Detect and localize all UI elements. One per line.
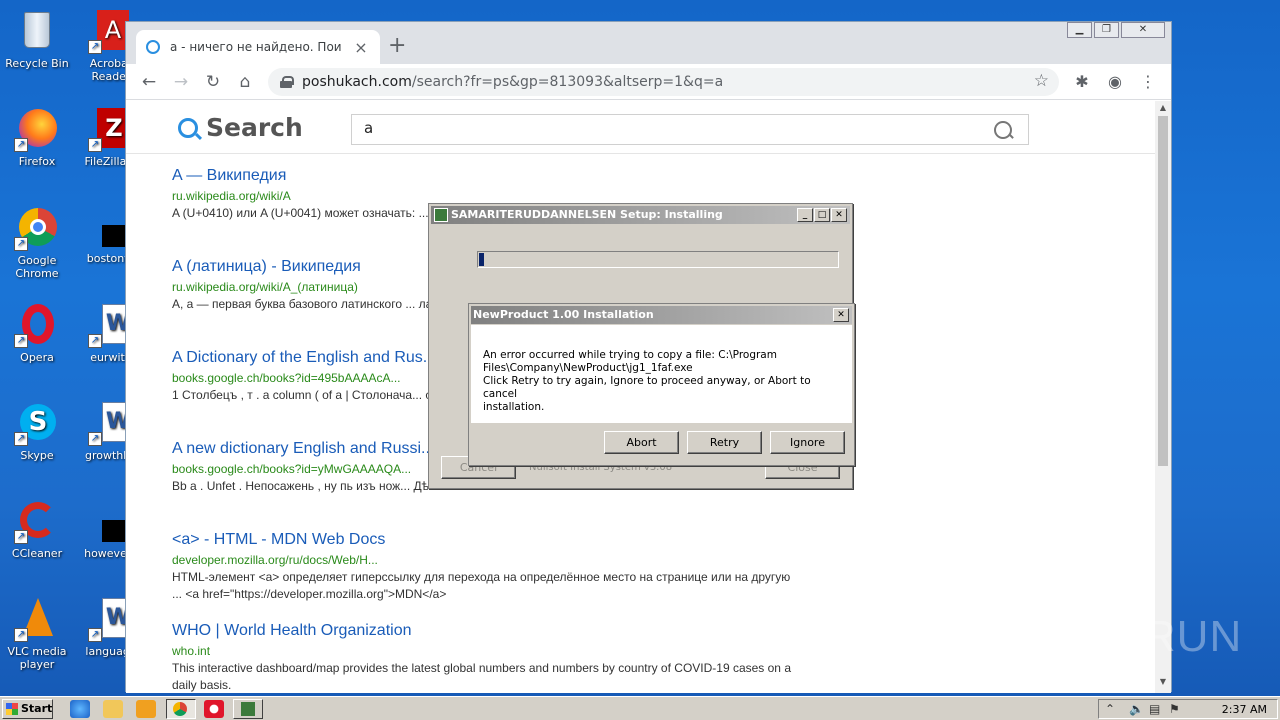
bookmark-star-icon[interactable]: ☆ xyxy=(1034,71,1049,91)
scroll-up-icon[interactable]: ▲ xyxy=(1155,103,1171,117)
error-dialog-controls: ✕ xyxy=(833,308,849,322)
browser-toolbar: ← → ↻ ⌂ poshukach.com/search?fr=ps&gp=81… xyxy=(126,64,1171,100)
desktop-icon-firefox[interactable]: ↗ Firefox xyxy=(0,106,74,168)
search-input[interactable]: a xyxy=(351,114,1029,145)
error-message: An error occurred while trying to copy a… xyxy=(483,349,811,413)
system-tray: ⌃ 🔈 ▤ ⚑ 2:37 AM xyxy=(1098,699,1278,719)
start-button[interactable]: Start xyxy=(2,699,53,719)
taskbar: Start ⌃ 🔈 ▤ ⚑ 2:37 AM xyxy=(0,696,1280,720)
maximize-icon[interactable]: ❐ xyxy=(1094,22,1119,38)
close-window-icon[interactable]: ✕ xyxy=(1121,22,1165,38)
menu-icon[interactable]: ⋮ xyxy=(1136,70,1160,94)
progress-fill xyxy=(478,252,486,267)
opera-icon[interactable] xyxy=(204,700,224,718)
profile-icon[interactable]: ◉ xyxy=(1103,70,1127,94)
scrollbar-thumb[interactable] xyxy=(1158,116,1168,466)
reload-icon[interactable]: ↻ xyxy=(200,70,226,94)
desktop-icon-chrome[interactable]: ↗ Google Chrome xyxy=(0,205,74,280)
result-snippet: This interactive dashboard/map provides … xyxy=(172,661,791,692)
chevron-up-icon[interactable]: ⌃ xyxy=(1105,702,1115,716)
retry-button[interactable]: Retry xyxy=(687,431,762,454)
minimize-icon[interactable]: ▁ xyxy=(1067,22,1092,38)
error-dialog: NewProduct 1.00 Installation ✕ An error … xyxy=(468,303,855,466)
result-url: developer.mozilla.org/ru/docs/Web/H... xyxy=(172,553,378,567)
installer-title: SAMARITERUDDANNELSEN Setup: Installing xyxy=(451,208,723,221)
installer-titlebar[interactable]: SAMARITERUDDANNELSEN Setup: Installing _… xyxy=(431,206,850,224)
installer-window-controls: _ □ ✕ xyxy=(797,208,847,222)
error-dialog-title: NewProduct 1.00 Installation xyxy=(473,308,654,321)
maximize-icon[interactable]: □ xyxy=(814,208,830,222)
tab-title: а - ничего не найдено. Поиск xyxy=(170,40,342,54)
result-title[interactable]: <a> - HTML - MDN Web Docs xyxy=(172,529,812,551)
chrome-task[interactable] xyxy=(166,699,196,719)
extensions-icon[interactable]: ✱ xyxy=(1070,70,1094,94)
watermark: ANY RUN xyxy=(1038,612,1243,661)
desktop-icon-recycle-bin[interactable]: Recycle Bin xyxy=(0,8,74,70)
skype-icon: S ↗ xyxy=(14,400,60,446)
clock[interactable]: 2:37 AM xyxy=(1222,703,1267,716)
tab-strip: а - ничего не найдено. Поиск × + ▁ ❐ ✕ xyxy=(126,22,1171,64)
abort-button[interactable]: Abort xyxy=(604,431,679,454)
ignore-button[interactable]: Ignore xyxy=(770,431,845,454)
home-icon[interactable]: ⌂ xyxy=(232,70,258,94)
recycle-bin-icon xyxy=(14,8,60,54)
error-dialog-titlebar[interactable]: NewProduct 1.00 Installation ✕ xyxy=(471,306,852,324)
desktop-icon-ccleaner[interactable]: ↗ CCleaner xyxy=(0,498,74,560)
chrome-icon: ↗ xyxy=(14,205,60,251)
installer-app-icon xyxy=(434,208,448,222)
firefox-icon: ↗ xyxy=(14,106,60,152)
forward-icon[interactable]: → xyxy=(168,70,194,94)
desktop-icon-skype[interactable]: S ↗ Skype xyxy=(0,400,74,462)
desktop-icon-vlc[interactable]: ↗ VLC media player xyxy=(0,596,74,671)
ccleaner-icon: ↗ xyxy=(14,498,60,544)
chrome-icon xyxy=(173,702,187,716)
desktop-icon-opera[interactable]: ↗ Opera xyxy=(0,302,74,364)
ie-icon[interactable] xyxy=(70,700,90,718)
desktop: Recycle Bin ↗ Firefox ↗ Google Chrome ↗ … xyxy=(0,0,1280,696)
search-favicon-icon xyxy=(146,40,160,54)
page-scrollbar[interactable]: ▲ ▼ xyxy=(1155,101,1171,693)
address-bar[interactable]: poshukach.com/search?fr=ps&gp=813093&alt… xyxy=(268,68,1059,96)
installer-task[interactable] xyxy=(233,699,263,719)
minimize-icon[interactable]: _ xyxy=(797,208,813,222)
flag-icon[interactable]: ⚑ xyxy=(1169,702,1180,716)
search-logo-icon xyxy=(178,117,198,138)
result-item: <a> - HTML - MDN Web Docs developer.mozi… xyxy=(172,529,812,620)
close-icon[interactable]: ✕ xyxy=(831,208,847,222)
close-tab-icon[interactable]: × xyxy=(352,38,370,57)
site-logo[interactable]: Search xyxy=(178,113,303,142)
result-url: who.int xyxy=(172,644,211,658)
scroll-down-icon[interactable]: ▼ xyxy=(1155,677,1171,691)
error-dialog-body: An error occurred while trying to copy a… xyxy=(471,325,852,423)
new-tab-icon[interactable]: + xyxy=(388,34,406,58)
search-icon[interactable] xyxy=(994,121,1012,139)
volume-icon[interactable]: 🔈 xyxy=(1129,702,1144,716)
site-header: Search a xyxy=(126,101,1156,154)
result-title[interactable]: WHO | World Health Organization xyxy=(172,620,812,642)
result-snippet: HTML-элемент <a> определяет гиперссылку … xyxy=(172,570,791,601)
tab-search[interactable]: а - ничего не найдено. Поиск × xyxy=(136,30,380,64)
vlc-icon: ↗ xyxy=(14,596,60,642)
network-icon[interactable]: ▤ xyxy=(1149,702,1160,716)
url-text: poshukach.com/search?fr=ps&gp=813093&alt… xyxy=(302,74,724,90)
window-controls: ▁ ❐ ✕ xyxy=(1067,22,1165,38)
back-icon[interactable]: ← xyxy=(136,70,162,94)
result-title[interactable]: A — Википедия xyxy=(172,165,812,187)
close-icon[interactable]: ✕ xyxy=(833,308,849,322)
installer-app-icon xyxy=(241,702,255,716)
opera-icon: ↗ xyxy=(14,302,60,348)
media-player-icon[interactable] xyxy=(136,700,156,718)
lock-icon xyxy=(280,76,294,88)
explorer-icon[interactable] xyxy=(103,700,123,718)
result-item: WHO | World Health Organization who.int … xyxy=(172,620,812,693)
install-progress-bar xyxy=(477,251,839,268)
